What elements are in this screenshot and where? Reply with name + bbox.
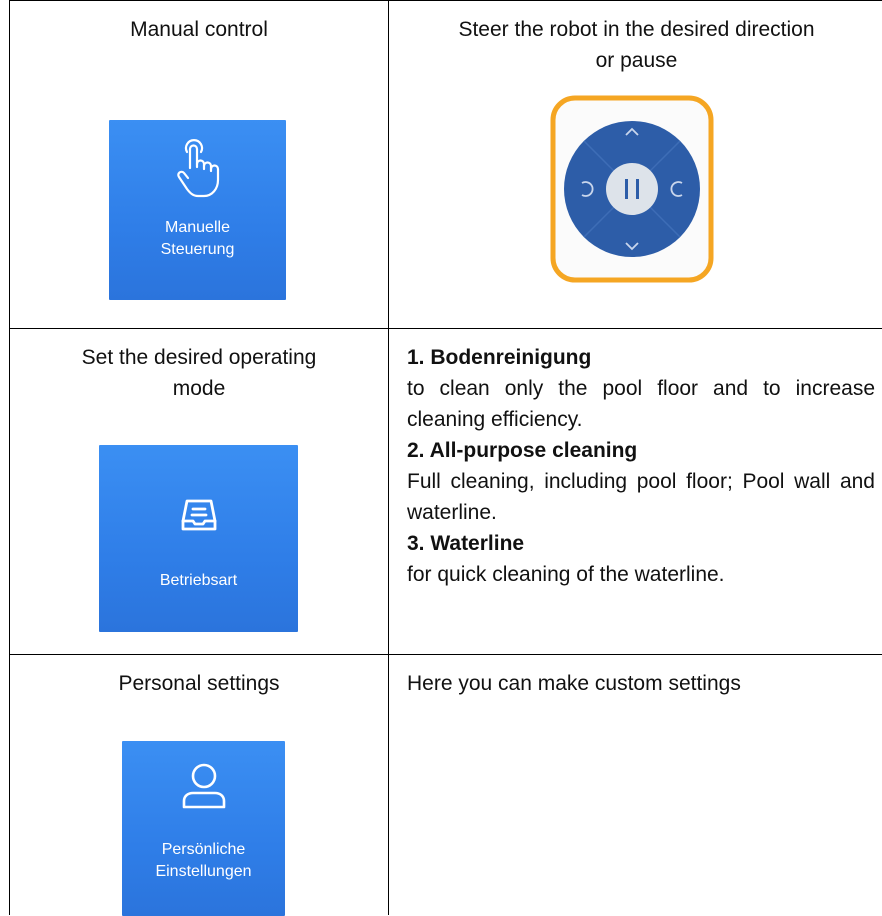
cell-settings-description: Here you can make custom settings <box>390 655 882 915</box>
mode-3-desc: for quick cleaning of the waterline. <box>407 563 725 586</box>
settings-description: Here you can make custom settings <box>407 672 741 695</box>
row-title-line2: mode <box>172 377 226 400</box>
cell-mode-descriptions: 1. Bodenreinigung to clean only the pool… <box>390 329 882 655</box>
direction-pad[interactable] <box>550 95 714 283</box>
tile-label-line1: Manuelle <box>165 219 230 236</box>
mode-2-desc: Full cleaning, including pool floor; Poo… <box>407 470 875 524</box>
operating-mode-tile[interactable]: Betriebsart <box>99 445 298 632</box>
feature-table: Manual control Manuelle Steuerung Steer <box>9 0 882 916</box>
cell-steer-description: Steer the robot in the desired direction… <box>390 1 882 329</box>
row-title-line1: Set the desired operating <box>81 346 317 369</box>
tile-label: Betriebsart <box>159 572 238 589</box>
tile-label-line2: Steuerung <box>160 241 235 258</box>
manual-control-tile[interactable]: Manuelle Steuerung <box>109 120 286 300</box>
tray-icon <box>181 499 217 531</box>
mode-3-title: 3. Waterline <box>407 532 525 555</box>
cell-manual-control: Manual control Manuelle Steuerung <box>10 1 388 329</box>
tile-label-line2: Einstellungen <box>155 863 252 880</box>
mode-1-desc: to clean only the pool floor and to incr… <box>407 377 875 431</box>
table-row-operating-mode: Set the desired operating mode Betriebsa… <box>10 328 882 655</box>
table-row-personal-settings: Personal settings Persönliche Einstellun… <box>10 654 882 916</box>
user-icon <box>182 763 226 809</box>
personal-settings-tile[interactable]: Persönliche Einstellungen <box>122 741 285 916</box>
tile-label-line1: Persönliche <box>161 841 246 858</box>
mode-2-title: 2. All-purpose cleaning <box>407 439 638 462</box>
steer-text-line2: or pause <box>595 49 678 72</box>
table-row-manual-control: Manual control Manuelle Steuerung Steer <box>10 0 882 329</box>
pause-button[interactable] <box>606 163 658 215</box>
cell-operating-mode: Set the desired operating mode Betriebsa… <box>10 329 388 655</box>
row-title: Personal settings <box>118 672 280 695</box>
steer-text-line1: Steer the robot in the desired direction <box>458 18 815 41</box>
cell-personal-settings: Personal settings Persönliche Einstellun… <box>10 655 388 916</box>
row-title: Manual control <box>130 18 268 41</box>
mode-1-title: 1. Bodenreinigung <box>407 346 592 369</box>
hand-pointer-icon <box>177 139 220 198</box>
